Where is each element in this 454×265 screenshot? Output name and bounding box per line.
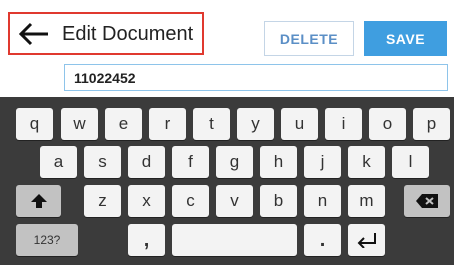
key-c[interactable]: c [172, 185, 209, 217]
space-key[interactable] [172, 224, 297, 256]
key-p[interactable]: p [413, 108, 450, 140]
key-e[interactable]: e [105, 108, 142, 140]
key-g[interactable]: g [216, 146, 253, 178]
key-n[interactable]: n [304, 185, 341, 217]
key-a[interactable]: a [40, 146, 77, 178]
key-b[interactable]: b [260, 185, 297, 217]
key-h[interactable]: h [260, 146, 297, 178]
enter-icon [357, 233, 376, 248]
page-title: Edit Document [62, 23, 194, 45]
key-i[interactable]: i [325, 108, 362, 140]
key-u[interactable]: u [281, 108, 318, 140]
key-t[interactable]: t [193, 108, 230, 140]
shift-arrow-icon [30, 194, 47, 208]
symbols-key[interactable]: 123? [16, 224, 78, 256]
period-key[interactable]: . [304, 224, 341, 256]
key-x[interactable]: x [128, 185, 165, 217]
save-button[interactable]: SAVE [364, 21, 447, 56]
delete-button[interactable]: DELETE [264, 21, 354, 56]
key-j[interactable]: j [304, 146, 341, 178]
key-w[interactable]: w [61, 108, 98, 140]
comma-key[interactable]: , [128, 224, 165, 256]
key-s[interactable]: s [84, 146, 121, 178]
backspace-icon [416, 194, 438, 208]
enter-key[interactable] [348, 224, 385, 256]
key-o[interactable]: o [369, 108, 406, 140]
shift-key[interactable] [16, 185, 61, 217]
key-l[interactable]: l [392, 146, 429, 178]
key-r[interactable]: r [149, 108, 186, 140]
on-screen-keyboard: q w e r t y u i o p a s d f g h j k l z … [0, 97, 454, 265]
key-q[interactable]: q [16, 108, 53, 140]
key-v[interactable]: v [216, 185, 253, 217]
key-m[interactable]: m [348, 185, 385, 217]
key-f[interactable]: f [172, 146, 209, 178]
arrow-left-icon[interactable] [18, 22, 50, 46]
backspace-key[interactable] [404, 185, 450, 217]
key-d[interactable]: d [128, 146, 165, 178]
document-number-input[interactable] [64, 64, 448, 91]
app-bar: Edit Document DELETE SAVE [0, 0, 454, 97]
key-y[interactable]: y [237, 108, 274, 140]
key-z[interactable]: z [84, 185, 121, 217]
key-k[interactable]: k [348, 146, 385, 178]
